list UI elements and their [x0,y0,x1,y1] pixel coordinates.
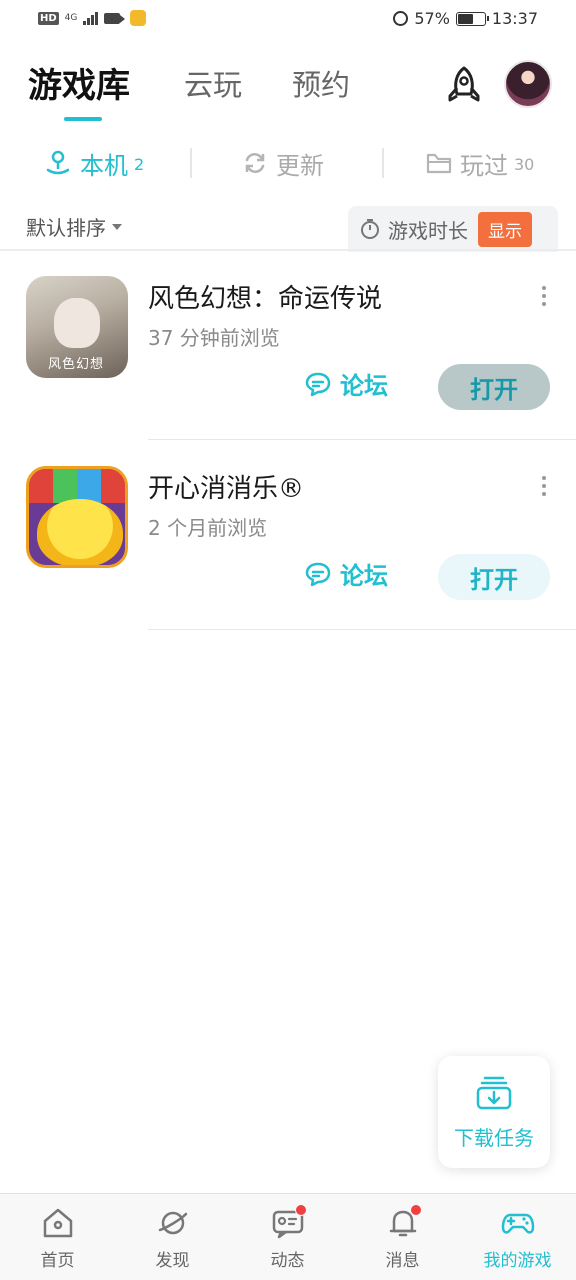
folder-icon [426,153,452,174]
game-icon-art [54,298,100,348]
game-icon-chick [37,499,123,565]
feed-notification-dot [294,1204,307,1216]
game-last-viewed: 2 个月前浏览 [148,516,268,540]
active-tab-indicator [64,117,102,121]
tab-cloud-play[interactable]: 云玩 [184,62,242,104]
game-icon-logo: 风色幻想 [48,357,105,372]
notification-app-icon [130,10,147,26]
top-header: 游戏库 云玩 预约 [0,56,576,126]
nav-messages-label: 消息 [385,1251,420,1271]
download-task-button[interactable]: 下载任务 [438,1056,550,1168]
subtab-update-label: 更新 [276,151,324,180]
video-icon [104,12,126,24]
nav-home-label: 首页 [40,1251,75,1271]
forum-button[interactable]: 论坛 [304,366,388,401]
subtab-played-count: 30 [514,154,535,174]
subtab-divider [190,148,192,178]
subtab-local-label: 本机 [80,151,128,180]
nav-my-games-label: 我的游戏 [483,1251,552,1271]
home-icon [43,1208,72,1238]
messages-notification-dot [409,1204,422,1216]
game-icon-xiaoxiaole[interactable] [26,466,128,568]
game-title: 开心消消乐® [148,474,305,504]
subtab-played-label: 玩过 [460,151,508,180]
bottom-nav: 首页 发现 动态 消息 我的游戏 [0,1193,576,1280]
show-duration-badge[interactable]: 显示 [478,211,532,247]
more-options-icon[interactable] [534,476,554,500]
network-label: 4G [64,12,78,23]
tab-reservation[interactable]: 预约 [292,62,350,104]
subtab-local[interactable]: 本机 2 [44,140,144,186]
sort-dropdown[interactable]: 默认排序 [26,212,122,241]
row-divider [148,628,576,630]
game-title: 风色幻想：命运传说 [148,284,383,314]
nav-discover[interactable]: 发现 [115,1206,230,1271]
game-icon-art [29,469,125,503]
hd-badge: HD [38,11,59,25]
alarm-icon [393,11,409,26]
download-tray-icon [476,1076,512,1109]
open-game-button[interactable]: 打开 [438,364,550,410]
nav-feed[interactable]: 动态 [230,1204,345,1271]
battery-icon [455,11,489,26]
sub-tab-bar: 本机 2 更新 玩过 30 [0,140,576,186]
game-row[interactable]: 开心消消乐® 2 个月前浏览 论坛 打开 [0,440,576,630]
subtab-divider [382,148,384,178]
subtab-local-count: 2 [134,154,145,174]
forum-icon [305,372,331,396]
caret-down-icon [112,223,122,230]
tab-game-library[interactable]: 游戏库 [28,58,130,107]
duration-label: 游戏时长 [388,218,468,243]
signal-icon [83,11,99,25]
bell-icon-wrap [386,1204,422,1240]
download-task-label: 下载任务 [454,1125,534,1150]
refresh-icon [245,153,265,173]
feed-icon-wrap [271,1204,307,1240]
game-row[interactable]: 风色幻想 风色幻想：命运传说 37 分钟前浏览 论坛 打开 [0,250,576,440]
forum-label: 论坛 [340,562,388,590]
nav-discover-label: 发现 [155,1251,190,1271]
timer-icon [361,219,379,239]
game-last-viewed: 37 分钟前浏览 [148,326,280,350]
forum-button[interactable]: 论坛 [304,556,388,591]
status-bar: HD 4G 57% 13:37 [0,0,576,40]
nav-home[interactable]: 首页 [0,1206,115,1271]
nav-my-games[interactable]: 我的游戏 [460,1206,575,1271]
forum-icon [305,562,331,586]
battery-percent: 57% [414,9,450,28]
forum-label: 论坛 [340,372,388,400]
clock: 13:37 [491,9,538,28]
gamepad-icon [501,1213,534,1234]
game-icon-fengse[interactable]: 风色幻想 [26,276,128,378]
subtab-played[interactable]: 玩过 30 [426,140,534,186]
rocket-icon[interactable] [442,64,486,108]
nav-messages[interactable]: 消息 [345,1204,460,1271]
subtab-update[interactable]: 更新 [242,140,324,186]
nav-feed-label: 动态 [270,1251,305,1271]
user-avatar[interactable] [504,60,552,108]
planet-icon [158,1211,187,1235]
open-game-button[interactable]: 打开 [438,554,550,600]
sort-row: 默认排序 游戏时长 显示 [0,204,576,252]
more-options-icon[interactable] [534,286,554,310]
local-device-icon [46,150,70,175]
play-duration-toggle[interactable]: 游戏时长 显示 [348,206,558,252]
sort-label: 默认排序 [26,216,106,240]
